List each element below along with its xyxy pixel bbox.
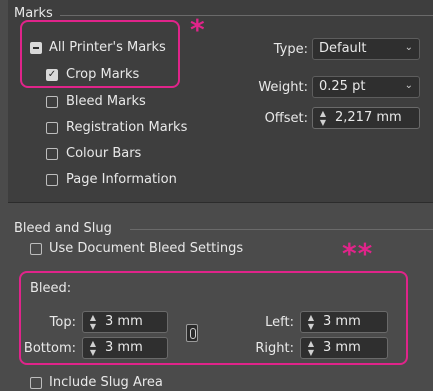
chevron-down-icon: ⌄ (404, 42, 413, 53)
bottom-value: 3 mm (105, 340, 143, 355)
marks-annotation-star: * (190, 13, 205, 46)
bleed-marks-checkbox[interactable] (46, 96, 58, 108)
right-stepper[interactable]: ▲ ▼ 3 mm (300, 337, 388, 359)
offset-stepper[interactable]: ▲ ▼ 2,217 mm (312, 107, 420, 129)
weight-dropdown[interactable]: 0.25 pt ⌄ (312, 76, 420, 98)
top-label: Top: (49, 315, 76, 330)
type-value: Default (319, 41, 367, 56)
type-dropdown[interactable]: Default ⌄ (312, 38, 420, 60)
registration-marks-checkbox[interactable] (46, 122, 58, 134)
bleed-label: Bleed: (30, 281, 72, 296)
offset-value: 2,217 mm (335, 110, 402, 125)
page-information-label: Page Information (66, 172, 177, 187)
use-document-bleed-checkbox[interactable] (30, 243, 42, 255)
page-information-checkbox[interactable] (46, 174, 58, 186)
stepper-arrows-icon[interactable]: ▲ ▼ (306, 339, 316, 357)
chevron-down-icon: ⌄ (404, 80, 413, 91)
section-divider-line (130, 229, 433, 230)
left-value: 3 mm (323, 314, 361, 329)
bottom-stepper[interactable]: ▲ ▼ 3 mm (82, 337, 168, 359)
offset-label: Offset: (264, 111, 308, 126)
section-divider-line (60, 15, 433, 16)
colour-bars-label: Colour Bars (66, 146, 142, 161)
bottom-label: Bottom: (23, 341, 76, 356)
right-label: Right: (255, 341, 294, 356)
all-printers-marks-label: All Printer's Marks (49, 40, 166, 55)
type-label: Type: (273, 42, 308, 57)
stepper-arrows-icon[interactable]: ▲ ▼ (88, 339, 98, 357)
colour-bars-checkbox[interactable] (46, 148, 58, 160)
bleed-slug-section-title: Bleed and Slug (14, 221, 112, 236)
right-value: 3 mm (323, 340, 361, 355)
bleed-annotation-stars: ** (342, 237, 374, 270)
weight-label: Weight: (258, 80, 308, 95)
crop-marks-checkbox[interactable]: ✓ (46, 69, 58, 81)
include-slug-label: Include Slug Area (49, 375, 163, 390)
registration-marks-label: Registration Marks (66, 120, 188, 135)
use-document-bleed-label: Use Document Bleed Settings (49, 241, 244, 256)
link-chain-icon[interactable] (186, 324, 198, 342)
left-label: Left: (265, 315, 294, 330)
stepper-arrows-icon[interactable]: ▲ ▼ (318, 109, 328, 127)
include-slug-checkbox[interactable] (30, 377, 42, 389)
left-stepper[interactable]: ▲ ▼ 3 mm (300, 311, 388, 333)
stepper-arrows-icon[interactable]: ▲ ▼ (88, 313, 98, 331)
crop-marks-label: Crop Marks (66, 67, 140, 82)
top-value: 3 mm (105, 314, 143, 329)
section-divider (8, 202, 433, 203)
all-printers-marks-checkbox[interactable] (30, 42, 42, 54)
top-stepper[interactable]: ▲ ▼ 3 mm (82, 311, 168, 333)
weight-value: 0.25 pt (319, 79, 366, 94)
stepper-arrows-icon[interactable]: ▲ ▼ (306, 313, 316, 331)
bleed-marks-label: Bleed Marks (66, 94, 146, 109)
